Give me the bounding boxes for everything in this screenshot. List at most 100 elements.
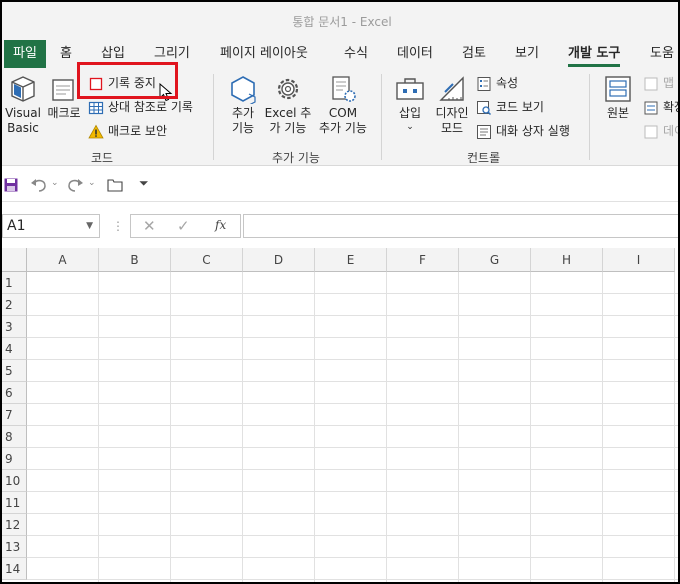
grid-hline xyxy=(27,425,678,426)
redo-dropdown-icon[interactable]: ⌄ xyxy=(88,178,96,188)
addins-button[interactable]: 추가 기능 xyxy=(224,74,262,136)
group-separator xyxy=(213,74,214,160)
column-header-i[interactable]: I xyxy=(603,248,675,272)
design-mode-label-2: 모드 xyxy=(440,121,464,135)
excel-addins-label-2: 가 기능 xyxy=(269,121,307,135)
tab-data[interactable]: 데이터 xyxy=(397,40,433,68)
map-properties-button[interactable]: 맵 xyxy=(643,73,674,93)
column-header-f[interactable]: F xyxy=(387,248,459,272)
macro-icon xyxy=(52,79,74,101)
row-header-5[interactable]: 5 xyxy=(2,360,27,382)
select-all-corner[interactable] xyxy=(2,248,27,272)
confirm-icon[interactable]: ✓ xyxy=(177,217,190,235)
gear-icon xyxy=(277,78,299,100)
ruler-pencil-icon xyxy=(439,76,464,101)
formula-bar: A1 ▼ ⋮ ✕ ✓ fx xyxy=(2,208,678,244)
macro-security-button[interactable]: 매크로 보안 xyxy=(88,121,167,141)
grid-hline xyxy=(27,447,678,448)
insert-function-icon[interactable]: fx xyxy=(215,218,226,232)
expansion-packs-button[interactable]: 확장 xyxy=(643,97,678,117)
column-header-g[interactable]: G xyxy=(459,248,531,272)
expansion-label: 확장 xyxy=(663,100,678,114)
code-group-label: 코드 xyxy=(91,151,114,165)
drag-handle-icon[interactable]: ⋮ xyxy=(112,219,124,233)
cancel-icon[interactable]: ✕ xyxy=(143,217,156,235)
refresh-data-button[interactable]: 데이 xyxy=(643,121,678,141)
tab-formulas[interactable]: 수식 xyxy=(344,40,368,68)
grid-hline xyxy=(27,381,678,382)
row-header-4[interactable]: 4 xyxy=(2,338,27,360)
grid-hline xyxy=(27,469,678,470)
view-code-button[interactable]: 코드 보기 xyxy=(476,97,544,117)
insert-control-button[interactable]: 삽입 ⌄ xyxy=(392,74,428,133)
row-header-7[interactable]: 7 xyxy=(2,404,27,426)
grid-hline xyxy=(27,579,678,580)
table-grid-icon xyxy=(88,100,104,116)
column-header-h[interactable]: H xyxy=(531,248,603,272)
column-header-c[interactable]: C xyxy=(171,248,243,272)
column-header-d[interactable]: D xyxy=(243,248,315,272)
grid-vline xyxy=(458,272,459,582)
name-box[interactable]: A1 ▼ xyxy=(2,214,100,238)
toolbox-icon xyxy=(396,78,424,100)
folder-icon[interactable] xyxy=(107,178,123,192)
column-header-a[interactable]: A xyxy=(27,248,99,272)
insert-control-label: 삽입 xyxy=(398,106,422,120)
column-header-b[interactable]: B xyxy=(99,248,171,272)
row-header-3[interactable]: 3 xyxy=(2,316,27,338)
tab-page-layout[interactable]: 페이지 레이아웃 xyxy=(220,40,308,68)
map-label: 맵 xyxy=(663,76,675,90)
design-mode-label-1: 디자인 xyxy=(435,106,469,120)
addins-group-label: 추가 기능 xyxy=(272,151,320,165)
tab-developer-label: 개발 도구 xyxy=(568,46,621,61)
grid-hline xyxy=(27,359,678,360)
row-header-6[interactable]: 6 xyxy=(2,382,27,404)
xml-source-button[interactable]: 원본 xyxy=(600,74,636,121)
macro-security-label: 매크로 보안 xyxy=(108,124,168,138)
run-dialog-button[interactable]: 대화 상자 실행 xyxy=(476,121,570,141)
grid-hline xyxy=(27,293,678,294)
com-addins-button[interactable]: COM 추가 기능 xyxy=(316,74,370,136)
row-header-11[interactable]: 11 xyxy=(2,492,27,514)
grid-vline xyxy=(242,272,243,582)
grid-vline xyxy=(674,272,675,582)
row-header-9[interactable]: 9 xyxy=(2,448,27,470)
grid-hline xyxy=(27,491,678,492)
addins-label-1: 추가 xyxy=(231,106,255,120)
save-icon[interactable] xyxy=(4,178,18,192)
row-header-14[interactable]: 14 xyxy=(2,558,27,580)
tab-developer[interactable]: 개발 도구 xyxy=(568,40,621,68)
properties-button[interactable]: 속성 xyxy=(476,73,518,93)
tab-review[interactable]: 검토 xyxy=(462,40,486,68)
tab-file[interactable]: 파일 xyxy=(4,40,46,68)
spreadsheet-grid: A B C D E F G H I 1 2 3 4 5 6 7 8 9 10 11 12 13 14 xyxy=(2,248,678,582)
tab-home[interactable]: 홈 xyxy=(60,40,72,68)
tab-view[interactable]: 보기 xyxy=(515,40,539,68)
row-header-8[interactable]: 8 xyxy=(2,426,27,448)
row-header-12[interactable]: 12 xyxy=(2,514,27,536)
row-header-2[interactable]: 2 xyxy=(2,294,27,316)
hexagon-icon xyxy=(231,76,256,104)
undo-icon[interactable] xyxy=(30,177,48,193)
macro-label: 매크로 xyxy=(47,106,81,120)
group-separator xyxy=(589,74,590,160)
undo-dropdown-icon[interactable]: ⌄ xyxy=(51,178,59,188)
grid-hline xyxy=(27,403,678,404)
row-header-13[interactable]: 13 xyxy=(2,536,27,558)
name-box-dropdown-icon[interactable]: ▼ xyxy=(86,215,93,237)
stop-recording-highlight xyxy=(77,62,178,99)
customize-qat-icon[interactable]: ⏷ xyxy=(139,176,149,191)
row-header-1[interactable]: 1 xyxy=(2,272,27,294)
relative-reference-label: 상대 참조로 기록 xyxy=(108,100,193,114)
grid-hline xyxy=(27,315,678,316)
design-mode-button[interactable]: 디자인 모드 xyxy=(432,74,472,136)
redo-icon[interactable] xyxy=(66,177,84,193)
column-header-e[interactable]: E xyxy=(315,248,387,272)
tab-help[interactable]: 도움 xyxy=(650,40,674,68)
formula-input[interactable] xyxy=(243,214,678,238)
xml-source-icon xyxy=(605,76,631,102)
excel-addins-button[interactable]: Excel 추 가 기능 xyxy=(264,74,312,136)
visual-basic-button[interactable]: Visual Basic xyxy=(4,74,42,136)
row-header-10[interactable]: 10 xyxy=(2,470,27,492)
relative-reference-button[interactable]: 상대 참조로 기록 xyxy=(88,97,193,117)
